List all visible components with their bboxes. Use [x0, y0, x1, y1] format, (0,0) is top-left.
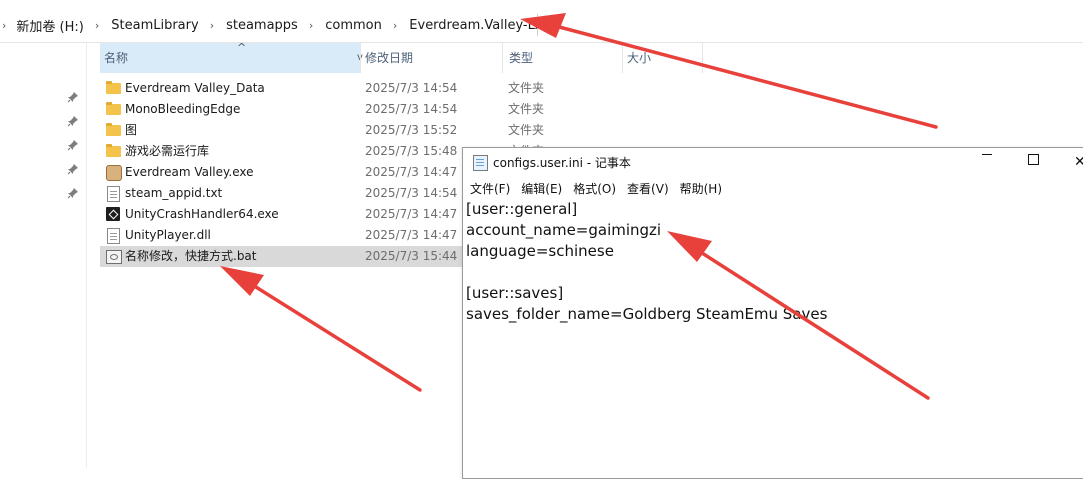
- game-exe-icon: [106, 165, 122, 181]
- notepad-titlebar[interactable]: configs.user.ini - 记事本 ✕: [463, 148, 1083, 176]
- folder-icon: [106, 102, 121, 115]
- file-name: 游戏必需运行库: [125, 144, 210, 158]
- text-line: saves_folder_name=Goldberg SteamEmu Save…: [466, 305, 828, 323]
- text-file-icon: [107, 186, 120, 202]
- file-type: 文件夹: [508, 102, 545, 116]
- minimize-button[interactable]: [965, 148, 1011, 176]
- pin-icon[interactable]: [67, 163, 79, 175]
- column-name-header[interactable]: ^ 名称 v: [100, 41, 363, 73]
- breadcrumb: › 新加卷 (H:) › SteamLibrary › steamapps › …: [0, 8, 554, 42]
- file-name: 名称修改，快捷方式.bat: [125, 249, 257, 263]
- text-line: account_name=gaimingzi: [466, 221, 662, 239]
- dll-file-icon: [107, 228, 120, 244]
- close-button[interactable]: ✕: [1057, 148, 1083, 176]
- column-modified-header[interactable]: 修改日期: [365, 43, 413, 73]
- minimize-icon: [982, 154, 992, 155]
- breadcrumb-steamapps[interactable]: steamapps: [226, 18, 298, 33]
- menu-format[interactable]: 格式(O): [566, 177, 620, 197]
- unity-exe-icon: [106, 207, 120, 221]
- file-modified: 2025/7/3 15:52: [365, 123, 458, 137]
- file-name: Everdream Valley.exe: [125, 165, 254, 179]
- text-line: [user::general]: [466, 200, 578, 218]
- breadcrumb-separator-icon: ›: [94, 18, 100, 32]
- folder-icon: [106, 144, 121, 157]
- folder-icon: [106, 81, 121, 94]
- file-type: 文件夹: [508, 123, 545, 137]
- menu-view[interactable]: 查看(V): [620, 177, 673, 197]
- file-modified: 2025/7/3 14:54: [365, 186, 458, 200]
- notepad-text-area[interactable]: [user::general] account_name=gaimingzi l…: [466, 199, 1083, 479]
- column-size-header[interactable]: 大小: [627, 43, 651, 73]
- sort-ascending-icon: ^: [237, 41, 247, 54]
- column-type-header[interactable]: 类型: [509, 43, 533, 73]
- maximize-button[interactable]: [1011, 148, 1057, 176]
- breadcrumb-steamlibrary[interactable]: SteamLibrary: [111, 18, 198, 33]
- column-divider[interactable]: [622, 43, 623, 73]
- file-modified: 2025/7/3 15:44: [365, 249, 458, 263]
- file-type: 文件夹: [508, 81, 545, 95]
- menu-edit[interactable]: 编辑(E): [514, 177, 566, 197]
- close-icon: ✕: [1074, 154, 1083, 170]
- pin-icon[interactable]: [67, 139, 79, 151]
- breadcrumb-drive[interactable]: 新加卷 (H:): [16, 16, 83, 35]
- explorer-title-strip: [0, 0, 1083, 7]
- breadcrumb-separator-icon: ›: [392, 18, 398, 32]
- file-row[interactable]: Everdream Valley_Data 2025/7/3 14:54 文件夹: [100, 78, 544, 99]
- file-row[interactable]: Everdream Valley.exe 2025/7/3 14:47: [100, 162, 462, 183]
- breadcrumb-common[interactable]: common: [325, 18, 382, 33]
- file-modified: 2025/7/3 14:47: [365, 228, 458, 242]
- file-name: Everdream Valley_Data: [125, 81, 265, 95]
- column-name-label: 名称: [104, 51, 129, 65]
- file-name: UnityPlayer.dll: [125, 228, 211, 242]
- bat-file-icon: [106, 250, 122, 264]
- file-name: steam_appid.txt: [125, 186, 223, 200]
- menu-file[interactable]: 文件(F): [463, 177, 514, 197]
- file-modified: 2025/7/3 14:47: [365, 207, 458, 221]
- notepad-window[interactable]: configs.user.ini - 记事本 ✕ 文件(F) 编辑(E) 格式(…: [462, 147, 1083, 479]
- breadcrumb-separator-icon: ›: [209, 18, 215, 32]
- pin-icon[interactable]: [67, 187, 79, 199]
- file-name: UnityCrashHandler64.exe: [125, 207, 279, 221]
- file-row[interactable]: 图 2025/7/3 15:52 文件夹: [100, 120, 544, 141]
- column-header: ^ 名称 v 修改日期 类型 大小: [87, 41, 707, 73]
- file-row-selected[interactable]: 名称修改，快捷方式.bat 2025/7/3 15:44: [100, 246, 462, 267]
- breadcrumb-separator-icon: ›: [308, 18, 314, 32]
- file-row[interactable]: UnityPlayer.dll 2025/7/3 14:47: [100, 225, 462, 246]
- pin-icon[interactable]: [67, 115, 79, 127]
- notepad-title: configs.user.ini - 记事本: [493, 156, 631, 170]
- file-row[interactable]: UnityCrashHandler64.exe 2025/7/3 14:47: [100, 204, 462, 225]
- maximize-icon: [1028, 154, 1039, 165]
- file-modified: 2025/7/3 14:54: [365, 81, 458, 95]
- file-modified: 2025/7/3 14:47: [365, 165, 458, 179]
- pin-icon[interactable]: [67, 91, 79, 103]
- menu-help[interactable]: 帮助(H): [673, 177, 726, 197]
- column-divider[interactable]: [502, 43, 503, 73]
- text-line: [466, 262, 1083, 283]
- file-modified: 2025/7/3 15:48: [365, 144, 458, 158]
- text-line: [user::saves]: [466, 284, 564, 302]
- address-bar[interactable]: › 新加卷 (H:) › SteamLibrary › steamapps › …: [0, 8, 1083, 43]
- search-box[interactable]: [538, 8, 1083, 42]
- arrow-to-bat-file: [220, 266, 422, 392]
- file-name: 图: [125, 123, 138, 137]
- column-divider[interactable]: [360, 43, 361, 73]
- notepad-menubar: 文件(F) 编辑(E) 格式(O) 查看(V) 帮助(H): [463, 177, 1083, 197]
- navigation-pane[interactable]: [0, 43, 87, 468]
- notepad-icon: [473, 155, 488, 171]
- file-row[interactable]: MonoBleedingEdge 2025/7/3 14:54 文件夹: [100, 99, 544, 120]
- file-modified: 2025/7/3 14:54: [365, 102, 458, 116]
- text-line: language=schinese: [466, 242, 614, 260]
- column-divider[interactable]: [702, 43, 703, 73]
- breadcrumb-current-folder[interactable]: Everdream.Valley-LAN: [409, 18, 553, 33]
- file-row[interactable]: 游戏必需运行库 2025/7/3 15:48 文件夹: [100, 141, 544, 162]
- file-name: MonoBleedingEdge: [125, 102, 241, 116]
- folder-icon: [106, 123, 121, 136]
- file-row[interactable]: steam_appid.txt 2025/7/3 14:54: [100, 183, 462, 204]
- breadcrumb-separator-icon: ›: [2, 18, 7, 32]
